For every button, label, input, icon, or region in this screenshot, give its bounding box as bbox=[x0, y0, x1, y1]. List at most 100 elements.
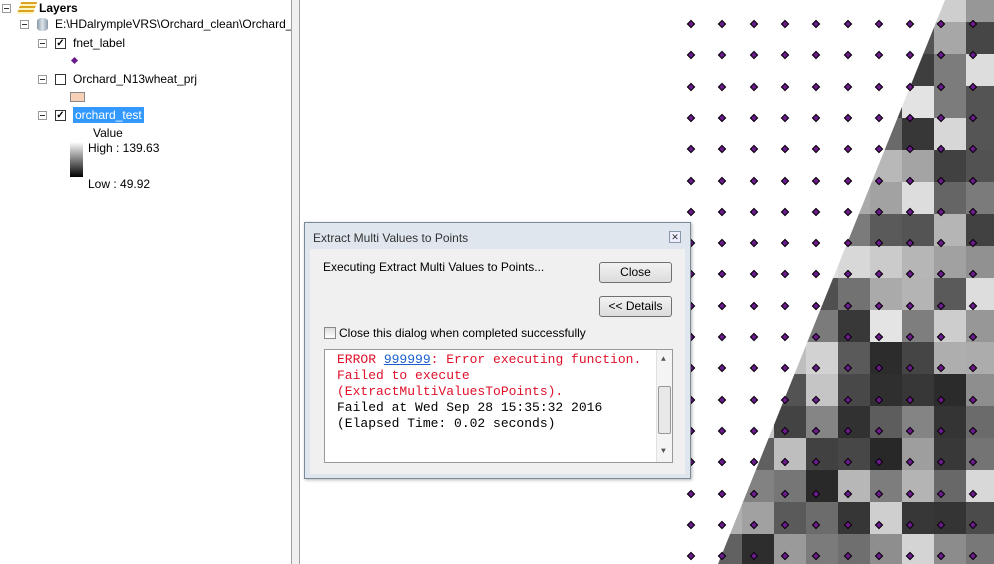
raster-cell bbox=[718, 438, 742, 470]
toc-source[interactable]: E:\HDalrympleVRS\Orchard_clean\Orchard_C bbox=[20, 16, 291, 32]
point-feature bbox=[780, 270, 790, 279]
raster-cell bbox=[718, 0, 742, 22]
raster-cell bbox=[966, 438, 994, 470]
raster-cell bbox=[806, 374, 838, 406]
raster-cell bbox=[966, 54, 994, 86]
point-feature bbox=[718, 113, 727, 123]
raster-cell bbox=[774, 406, 806, 438]
point-feature bbox=[843, 82, 852, 91]
collapse-icon[interactable] bbox=[2, 3, 11, 13]
raster-cell bbox=[870, 54, 902, 86]
toc-root[interactable]: Layers bbox=[2, 0, 78, 16]
scrollbar-thumb[interactable] bbox=[658, 386, 671, 434]
layer-visibility-checkbox[interactable] bbox=[55, 73, 66, 85]
collapse-icon[interactable] bbox=[38, 74, 47, 84]
raster-cell bbox=[774, 278, 806, 310]
collapse-icon[interactable] bbox=[38, 110, 47, 120]
raster-cell bbox=[838, 182, 870, 214]
raster-cell bbox=[934, 86, 966, 118]
point-feature bbox=[749, 51, 758, 60]
raster-cell bbox=[870, 342, 902, 374]
point-feature bbox=[905, 19, 915, 29]
error-code-link[interactable]: 999999 bbox=[384, 352, 431, 367]
raster-cell bbox=[838, 502, 870, 534]
legend-low: Low : 49.92 bbox=[88, 177, 151, 191]
close-button[interactable]: Close bbox=[599, 262, 672, 283]
raster-cell bbox=[742, 374, 774, 406]
raster-cell bbox=[838, 118, 870, 150]
point-feature bbox=[749, 207, 758, 217]
point-feature bbox=[843, 144, 852, 154]
point-feature bbox=[811, 207, 821, 217]
point-feature bbox=[749, 19, 758, 29]
raster-cell bbox=[902, 534, 934, 564]
layer-fnet-label[interactable]: ✓ fnet_label bbox=[38, 35, 125, 51]
raster-cell bbox=[902, 470, 934, 502]
raster-cell bbox=[806, 406, 838, 438]
collapse-icon[interactable] bbox=[38, 38, 47, 48]
raster-cell bbox=[742, 470, 774, 502]
point-feature bbox=[843, 113, 852, 123]
layer-visibility-checkbox[interactable]: ✓ bbox=[55, 37, 66, 49]
raster-cell bbox=[902, 86, 934, 118]
raster-cell bbox=[742, 118, 774, 150]
point-feature bbox=[718, 489, 727, 498]
raster-cell bbox=[838, 310, 870, 342]
raster-cell bbox=[902, 406, 934, 438]
layer-orchard-n13wheat[interactable]: Orchard_N13wheat_prj bbox=[38, 71, 197, 87]
raster-cell bbox=[718, 534, 742, 564]
point-feature bbox=[749, 238, 758, 248]
details-button[interactable]: << Details bbox=[599, 296, 672, 317]
raster-cell bbox=[774, 502, 806, 534]
point-symbol-icon bbox=[70, 56, 79, 65]
dialog-title: Extract Multi Values to Points bbox=[313, 231, 469, 245]
raster-cell bbox=[742, 534, 774, 564]
point-feature bbox=[780, 144, 790, 154]
point-feature bbox=[905, 51, 915, 60]
raster-cell bbox=[934, 502, 966, 534]
raster-cell bbox=[870, 374, 902, 406]
raster-cell bbox=[870, 0, 902, 22]
raster-cell bbox=[902, 438, 934, 470]
error-prefix: ERROR bbox=[337, 352, 384, 367]
layer-orchard-test[interactable]: ✓ orchard_test bbox=[38, 107, 144, 123]
raster-cell bbox=[806, 0, 838, 22]
point-feature bbox=[718, 457, 727, 467]
layer-visibility-checkbox[interactable]: ✓ bbox=[55, 109, 66, 121]
raster-cell bbox=[806, 534, 838, 564]
point-feature bbox=[749, 301, 758, 310]
panel-splitter[interactable] bbox=[291, 0, 300, 564]
point-feature bbox=[780, 332, 790, 342]
point-feature bbox=[718, 520, 727, 530]
raster-cell bbox=[806, 214, 838, 246]
raster-cell bbox=[870, 534, 902, 564]
raster-cell bbox=[718, 182, 742, 214]
close-when-complete-option[interactable]: Close this dialog when completed success… bbox=[324, 326, 586, 340]
raster-cell bbox=[838, 86, 870, 118]
raster-cell bbox=[774, 246, 806, 278]
raster-cell bbox=[742, 214, 774, 246]
raster-cell bbox=[902, 150, 934, 182]
raster-cell bbox=[902, 118, 934, 150]
raster-cell bbox=[774, 54, 806, 86]
close-icon[interactable]: ✕ bbox=[669, 231, 681, 243]
raster-cell bbox=[718, 214, 742, 246]
vertical-scrollbar[interactable]: ▲ ▼ bbox=[656, 350, 672, 462]
log-line: (ExtractMultiValuesToPoints). bbox=[337, 384, 564, 399]
close-when-complete-checkbox[interactable] bbox=[324, 327, 336, 339]
raster-cell bbox=[870, 438, 902, 470]
point-feature bbox=[749, 82, 758, 91]
point-feature bbox=[749, 176, 758, 185]
log-line: (Elapsed Time: 0.02 seconds) bbox=[337, 416, 556, 431]
log-line: Failed to execute bbox=[337, 368, 470, 383]
raster-cell bbox=[838, 0, 870, 22]
point-feature bbox=[686, 520, 696, 530]
point-feature bbox=[811, 144, 821, 154]
collapse-icon[interactable] bbox=[20, 19, 29, 29]
message-log[interactable]: ERROR 999999: Error executing function. … bbox=[324, 349, 673, 463]
point-feature bbox=[686, 19, 696, 29]
point-feature bbox=[686, 51, 696, 60]
point-feature bbox=[749, 270, 758, 279]
raster-cell bbox=[718, 86, 742, 118]
raster-cell bbox=[718, 150, 742, 182]
